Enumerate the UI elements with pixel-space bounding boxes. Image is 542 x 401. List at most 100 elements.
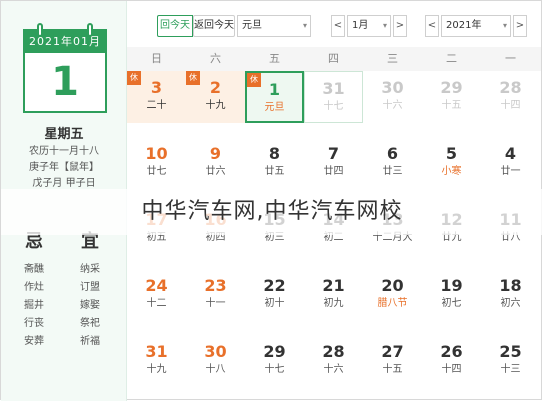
date-cell[interactable]: 31 十九 (127, 335, 186, 387)
date-number: 9 (209, 144, 222, 163)
lunar-label: 十九 (146, 364, 167, 375)
ganzhi-year: 庚子年【鼠年】 (29, 162, 99, 173)
lunar-label: 十八 (205, 364, 226, 375)
date-cell[interactable]: 8 廿五 (245, 137, 304, 189)
date-cell[interactable]: 20 腊八节 (363, 269, 422, 321)
chevron-down-icon: ▾ (302, 21, 307, 30)
date-number: 27 (381, 342, 404, 361)
weekday-label: 四 (328, 52, 339, 65)
date-number: 25 (499, 342, 522, 361)
date-cell[interactable]: 休 3 二十 (127, 71, 186, 123)
weekday-header-row: 日六五四三二一 (127, 47, 541, 71)
weekday-label: 一 (505, 52, 516, 65)
date-number: 21 (322, 276, 345, 295)
year-select-value: 2021年 (446, 20, 482, 31)
lunar-label: 廿七 (146, 166, 167, 177)
date-cell[interactable]: 19 初七 (422, 269, 481, 321)
date-cell[interactable]: 30 十六 (363, 71, 422, 123)
lunar-label: 廿六 (205, 166, 226, 177)
weekday-label: 二 (446, 52, 457, 65)
date-number: 22 (263, 276, 286, 295)
lunar-label: 十四 (441, 364, 462, 375)
date-cell[interactable]: 22 初十 (245, 269, 304, 321)
ji-item: 行丧 (24, 318, 44, 329)
lunar-label: 二十 (146, 100, 167, 111)
yi-item: 纳采 (80, 264, 100, 275)
date-number: 28 (322, 342, 345, 361)
ji-column: 忌 斋醮 作灶 掘井 行丧 安葬 (11, 227, 57, 351)
date-cell[interactable]: 9 廿六 (186, 137, 245, 189)
lunar-label: 十五 (382, 364, 403, 375)
date-cell[interactable]: 休 2 十九 (186, 71, 245, 123)
date-cell[interactable]: 26 十四 (422, 335, 481, 387)
lunar-label: 廿三 (382, 166, 403, 177)
big-date-card: 2021年01月 1 (23, 23, 107, 113)
date-number: 5 (445, 144, 458, 163)
date-grid: 休 3 二十休 2 十九休 1 元旦 31 十七 30 十六 29 十五 28 十四 10 廿七 9 廿六 8 廿五 7 廿… (127, 71, 541, 401)
binder-ring-icon (87, 23, 93, 37)
date-cell[interactable]: 6 廿三 (363, 137, 422, 189)
date-cell[interactable]: 30 十八 (186, 335, 245, 387)
date-number: 29 (440, 78, 463, 97)
holiday-badge: 休 (127, 71, 141, 85)
date-cell[interactable]: 27 十五 (363, 335, 422, 387)
lunar-label: 小寒 (441, 166, 462, 177)
lunar-label: 廿五 (264, 166, 285, 177)
today-button[interactable]: 回今天 (157, 15, 193, 37)
date-cell[interactable]: 24 十二 (127, 269, 186, 321)
back-to-today-button[interactable]: 返回今天 (193, 15, 235, 37)
holiday-badge: 休 (186, 71, 200, 85)
date-number: 29 (263, 342, 286, 361)
date-cell[interactable]: 5 小寒 (422, 137, 481, 189)
lunar-label: 廿四 (323, 166, 344, 177)
lunar-label: 十一 (205, 298, 226, 309)
date-cell[interactable]: 23 十一 (186, 269, 245, 321)
date-cell[interactable]: 休 1 元旦 (245, 71, 304, 123)
date-cell[interactable]: 18 初六 (481, 269, 540, 321)
date-cell[interactable]: 25 十三 (481, 335, 540, 387)
weekday-label: 六 (210, 52, 221, 65)
calendar-toolbar: 回今天 返回今天 元旦 ▾ < 1月 ▾ > < 2021年 ▾ > (135, 15, 539, 39)
date-cell[interactable]: 7 廿四 (304, 137, 363, 189)
date-cell[interactable]: 28 十六 (304, 335, 363, 387)
lunar-label: 廿一 (500, 166, 521, 177)
next-year-button[interactable]: > (513, 15, 527, 37)
month-select[interactable]: 1月 ▾ (347, 15, 391, 37)
date-cell[interactable]: 29 十七 (245, 335, 304, 387)
date-cell[interactable]: 21 初九 (304, 269, 363, 321)
lunar-label: 十四 (500, 100, 521, 111)
lunar-label: 十六 (323, 364, 344, 375)
year-select[interactable]: 2021年 ▾ (441, 15, 511, 37)
yi-column: 宜 纳采 订盟 嫁娶 祭祀 祈福 (67, 227, 113, 351)
date-cell[interactable]: 31 十七 (304, 71, 363, 123)
date-number: 4 (504, 144, 517, 163)
binder-ring-icon (37, 23, 43, 37)
lunar-label: 初七 (441, 298, 462, 309)
next-month-button[interactable]: > (393, 15, 407, 37)
date-number: 19 (440, 276, 463, 295)
date-number: 10 (145, 144, 168, 163)
date-cell[interactable]: 29 十五 (422, 71, 481, 123)
holiday-select-value: 元旦 (242, 20, 262, 31)
date-cell[interactable]: 4 廿一 (481, 137, 540, 189)
lunar-label: 腊八节 (377, 298, 408, 309)
weekday-label: 日 (151, 52, 162, 65)
ganzhi-day: 戊子月 甲子日 (32, 178, 96, 189)
ji-item: 掘井 (24, 300, 44, 311)
date-number: 8 (268, 144, 281, 163)
date-number: 18 (499, 276, 522, 295)
prev-year-button[interactable]: < (425, 15, 439, 37)
lunar-label: 十七 (323, 101, 344, 112)
lunar-label: 十三 (500, 364, 521, 375)
lunar-label: 元旦 (264, 102, 285, 113)
ji-item: 安葬 (24, 336, 44, 347)
date-number: 7 (327, 144, 340, 163)
prev-month-button[interactable]: < (331, 15, 345, 37)
big-date-day: 1 (51, 59, 79, 105)
date-cell[interactable]: 10 廿七 (127, 137, 186, 189)
lunar-label: 初六 (500, 298, 521, 309)
date-number: 30 (381, 78, 404, 97)
date-cell[interactable]: 28 十四 (481, 71, 540, 123)
holiday-select[interactable]: 元旦 ▾ (237, 15, 311, 37)
lunar-label: 初九 (323, 298, 344, 309)
